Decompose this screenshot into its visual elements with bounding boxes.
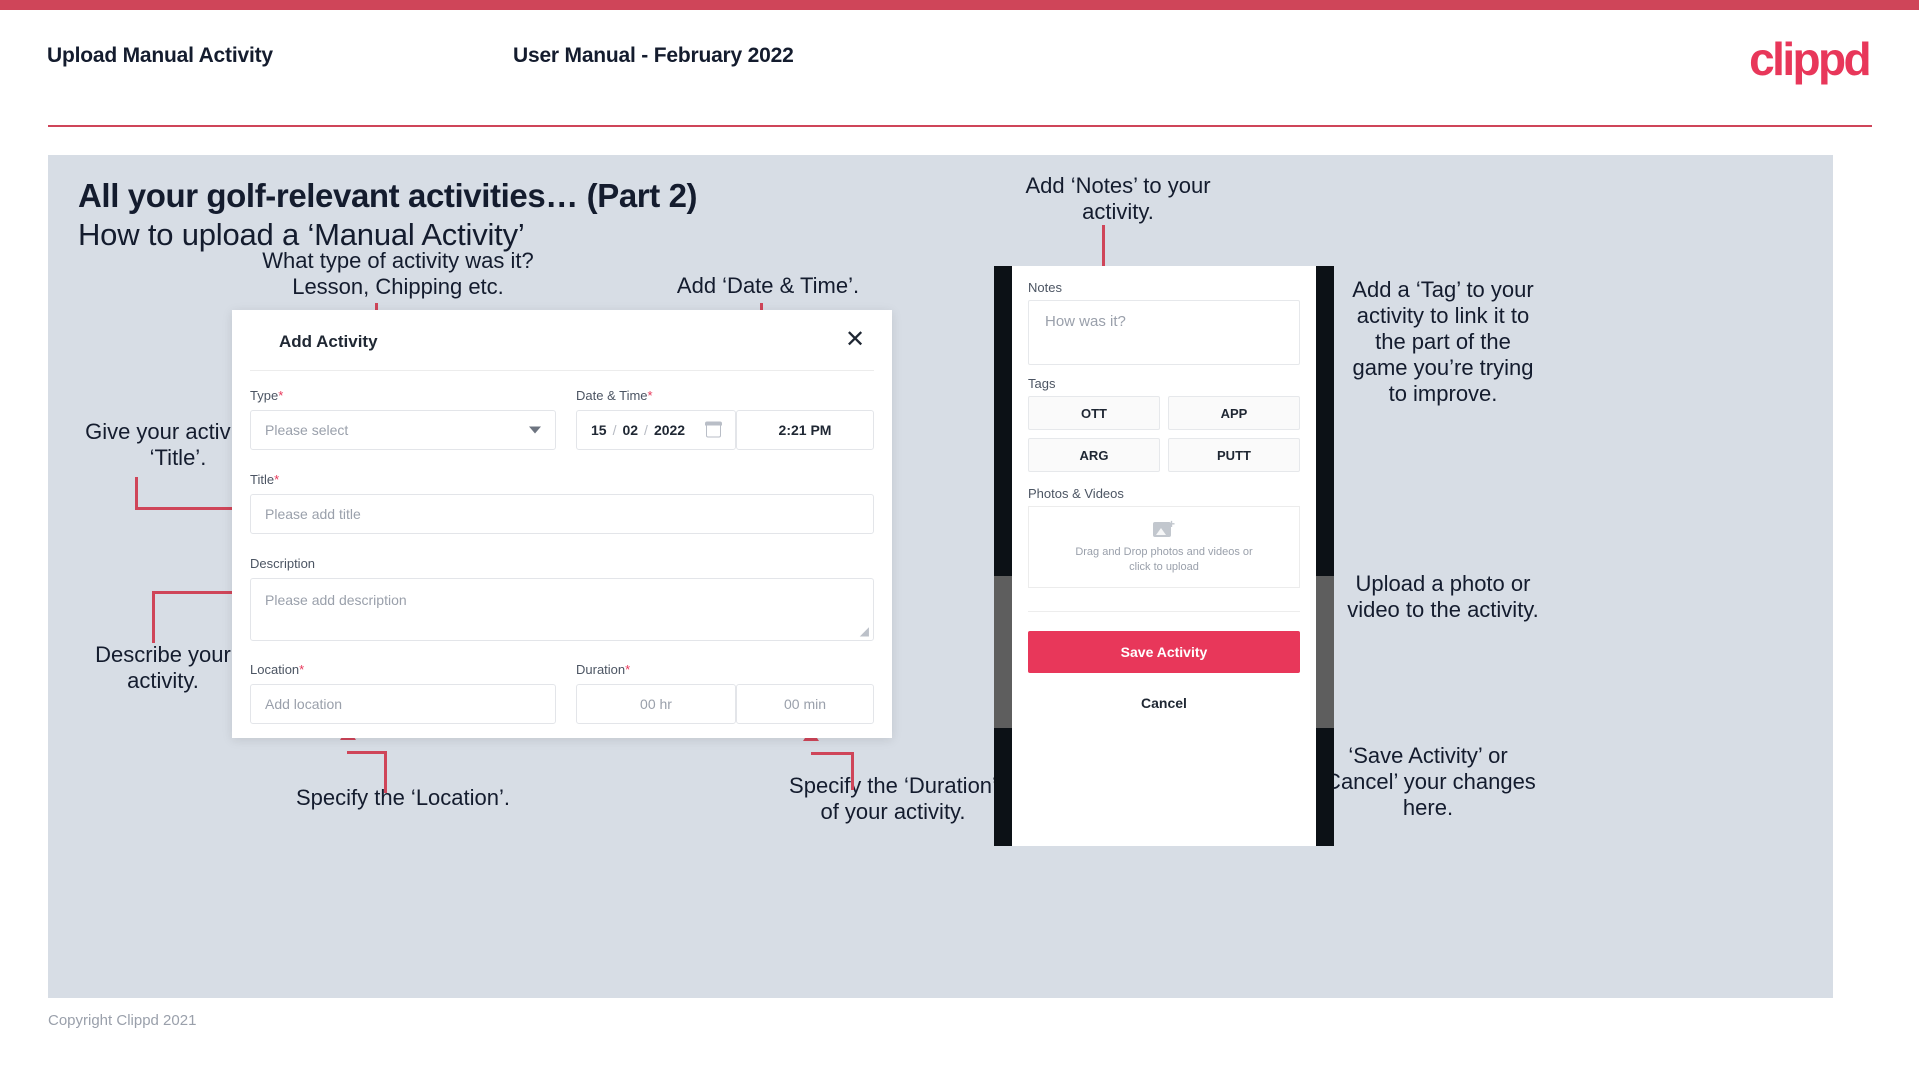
slide-page: Upload Manual Activity User Manual - Feb… [0, 0, 1919, 1079]
description-label: Description [250, 556, 315, 571]
date-year: 2022 [653, 422, 686, 438]
document-subtitle: User Manual - February 2022 [513, 44, 794, 67]
add-image-icon: + [1153, 518, 1175, 538]
duration-hours-input[interactable]: 00 hr [576, 684, 736, 724]
arrow-loc-seg1 [384, 751, 387, 793]
date-input[interactable]: 15 / 02 / 2022 [576, 410, 736, 450]
arrow-desc-seg2 [152, 591, 239, 594]
add-activity-dialog: Add Activity ✕ Type* Please select Date … [232, 310, 892, 738]
tag-app[interactable]: APP [1168, 396, 1300, 430]
duration-minutes-input[interactable]: 00 min [736, 684, 874, 724]
date-sep-2: / [644, 422, 648, 438]
slide-canvas: All your golf-relevant activities… (Part… [48, 155, 1833, 998]
duration-minutes-placeholder: 00 min [783, 696, 827, 712]
arrow-dur-seg1 [851, 752, 854, 790]
title-label: Title* [250, 472, 279, 487]
dropzone-line-1: Drag and Drop photos and videos or [1075, 545, 1253, 558]
duration-label: Duration* [576, 662, 630, 677]
save-activity-button[interactable]: Save Activity [1028, 631, 1300, 673]
annotation-tags: Add a ‘Tag’ to your activity to link it … [1352, 277, 1534, 406]
tags-label: Tags [1028, 376, 1056, 391]
phone-bezel-right [1316, 266, 1334, 846]
date-month: 02 [622, 422, 639, 438]
phone-bezel-left-grey [994, 576, 1012, 728]
duration-hours-placeholder: 00 hr [640, 696, 672, 712]
phone-mockup: Notes How was it? Tags OTT APP ARG PUTT … [994, 266, 1334, 846]
dialog-title: Add Activity [279, 332, 378, 351]
notes-placeholder: How was it? [1045, 313, 1126, 330]
title-input[interactable]: Please add title [250, 494, 874, 534]
type-label: Type* [250, 388, 283, 403]
location-input[interactable]: Add location [250, 684, 556, 724]
location-placeholder: Add location [265, 696, 343, 712]
date-sep-1: / [612, 422, 617, 438]
annotation-location: Specify the ‘Location’. [295, 785, 511, 810]
duration-label-text: Duration [576, 662, 626, 677]
annotation-type: What type of activity was it? Lesson, Ch… [262, 248, 534, 299]
description-label-text: Description [250, 556, 316, 571]
annotation-upload: Upload a photo or video to the activity. [1347, 571, 1539, 622]
dropzone-line-2: click to upload [1129, 560, 1199, 573]
phone-screen: Notes How was it? Tags OTT APP ARG PUTT … [1012, 266, 1316, 846]
date-parts: 15 / 02 / 2022 [591, 422, 685, 438]
date-day: 15 [591, 422, 607, 438]
annotation-datetime: Add ‘Date & Time’. [676, 273, 860, 298]
title-placeholder: Please add title [265, 506, 361, 522]
photo-dropzone[interactable]: + Drag and Drop photos and videos or cli… [1028, 506, 1300, 588]
type-required: * [278, 388, 284, 403]
footer-copyright: Copyright Clippd 2021 [48, 1012, 197, 1029]
location-label: Location* [250, 662, 304, 677]
annotation-notes: Add ‘Notes’ to your activity. [1025, 173, 1211, 224]
phone-bezel-left [994, 266, 1012, 846]
tag-arg[interactable]: ARG [1028, 438, 1160, 472]
datetime-label: Date & Time* [576, 388, 653, 403]
tag-putt[interactable]: PUTT [1168, 438, 1300, 472]
page-title: Upload Manual Activity [47, 44, 273, 67]
top-accent-bar [0, 0, 1919, 10]
arrow-title-seg1 [135, 477, 138, 510]
arrow-loc-seg2 [347, 751, 387, 754]
duration-required: * [625, 662, 631, 677]
phone-bezel-right-grey [1316, 576, 1334, 728]
description-placeholder: Please add description [265, 592, 407, 608]
calendar-icon[interactable] [705, 421, 722, 438]
clippd-logo: clippd [1749, 33, 1871, 85]
datetime-required: * [647, 388, 653, 403]
tag-ott[interactable]: OTT [1028, 396, 1160, 430]
notes-label: Notes [1028, 280, 1062, 295]
type-select[interactable]: Please select [250, 410, 556, 450]
notes-textarea[interactable]: How was it? [1028, 300, 1300, 365]
resize-grip-icon[interactable]: ◢ [860, 625, 869, 637]
location-required: * [299, 662, 305, 677]
title-label-text: Title [250, 472, 275, 487]
arrow-desc-seg1 [152, 591, 155, 643]
cancel-button[interactable]: Cancel [1028, 686, 1300, 720]
dialog-divider [250, 370, 874, 371]
datetime-label-text: Date & Time [576, 388, 648, 403]
title-required: * [274, 472, 280, 487]
phone-divider [1028, 611, 1300, 612]
photos-label: Photos & Videos [1028, 486, 1124, 501]
type-placeholder: Please select [265, 422, 349, 438]
slide-heading: All your golf-relevant activities… (Part… [78, 177, 698, 214]
arrow-dur-seg2 [811, 752, 854, 755]
close-icon[interactable]: ✕ [840, 324, 870, 354]
time-value: 2:21 PM [778, 422, 832, 438]
type-label-text: Type [250, 388, 279, 403]
time-input[interactable]: 2:21 PM [736, 410, 874, 450]
chevron-down-icon [529, 426, 541, 434]
location-label-text: Location [250, 662, 300, 677]
description-textarea[interactable]: Please add description ◢ [250, 578, 874, 641]
dropzone-text: Drag and Drop photos and videos or click… [1075, 545, 1252, 575]
header-divider [48, 125, 1872, 127]
